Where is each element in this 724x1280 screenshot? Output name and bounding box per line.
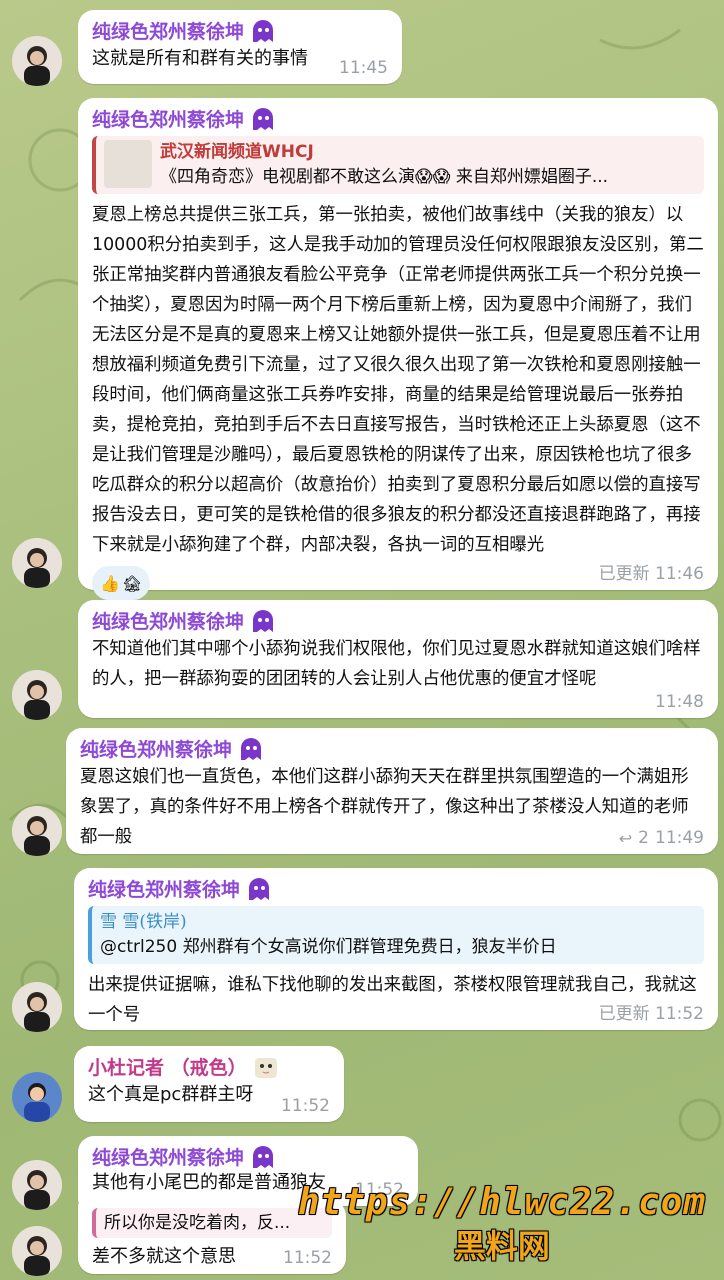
cat-emoji-icon	[254, 1058, 277, 1078]
sender-name[interactable]: 纯绿色郑州蔡徐坤	[92, 20, 388, 44]
message-bubble[interactable]: 纯绿色郑州蔡徐坤 不知道他们其中哪个小舔狗说我们权限他，你们见过夏恩水群就知道这…	[78, 600, 718, 718]
message-text: 夏恩这娘们也一直货色，本他们这群小舔狗天天在群里拱氛围塑造的一个满姐形象罢了，真…	[80, 767, 689, 847]
message-time: 11:48	[655, 692, 704, 712]
watermark-site: 黑料网	[453, 1227, 550, 1265]
ghost-emoji-icon	[253, 1146, 274, 1168]
sender-name[interactable]: 纯绿色郑州蔡徐坤	[92, 108, 704, 132]
reply-arrow-icon[interactable]: ↩	[619, 829, 632, 848]
reply-quote[interactable]: 所以你是没吃着肉，反...	[92, 1208, 332, 1238]
avatar[interactable]	[12, 806, 62, 856]
ghost-emoji-icon	[241, 738, 262, 760]
message-time: 11:45	[339, 58, 388, 78]
reply-quote[interactable]: 雪 雪(铁岸) @ctrl250 郑州群有个女高说你们群管理免费日，狼友半价日	[88, 906, 704, 964]
sender-name[interactable]: 纯绿色郑州蔡徐坤	[92, 1146, 404, 1170]
ghost-emoji-icon	[249, 878, 270, 900]
watermark: https://hlwc22.com 黑料网	[298, 1180, 706, 1266]
message-bubble[interactable]: 纯绿色郑州蔡徐坤 这就是所有和群有关的事情 11:45	[78, 10, 402, 84]
message-time: 11:52	[281, 1096, 330, 1116]
ghost-emoji-icon	[253, 20, 274, 42]
message-text: 不知道他们其中哪个小舔狗说我们权限他，你们见过夏恩水群就知道这娘们啥样的人，把一…	[92, 639, 701, 689]
ghost-emoji-icon	[253, 108, 274, 130]
ghost-emoji-icon	[253, 610, 274, 632]
reply-text: 所以你是没吃着肉，反...	[104, 1213, 291, 1233]
avatar[interactable]	[12, 1226, 62, 1276]
message-bubble[interactable]: 纯绿色郑州蔡徐坤 武汉新闻频道WHCJ 《四角奇恋》电视剧都不敢这么演😱😱 来自…	[78, 98, 718, 600]
reply-thumbnail	[104, 140, 152, 188]
message-bubble[interactable]: 纯绿色郑州蔡徐坤 夏恩这娘们也一直货色，本他们这群小舔狗天天在群里拱氛围塑造的一…	[66, 728, 718, 854]
reply-quote[interactable]: 武汉新闻频道WHCJ 《四角奇恋》电视剧都不敢这么演😱😱 来自郑州嫖娼圈子...	[92, 136, 704, 194]
avatar[interactable]	[12, 670, 62, 720]
reply-author: 武汉新闻频道WHCJ	[160, 142, 314, 162]
avatar[interactable]	[12, 538, 62, 588]
avatar[interactable]	[12, 1160, 62, 1210]
avatar[interactable]	[12, 36, 62, 86]
reply-text: 《四角奇恋》电视剧都不敢这么演😱😱 来自郑州嫖娼圈子...	[160, 167, 609, 187]
sender-name[interactable]: 纯绿色郑州蔡徐坤	[92, 610, 704, 634]
message-time: 已更新 11:46	[598, 564, 704, 584]
reply-author: 雪 雪(铁岸)	[100, 912, 187, 932]
message-bubble[interactable]: 纯绿色郑州蔡徐坤 雪 雪(铁岸) @ctrl250 郑州群有个女高说你们群管理免…	[74, 868, 718, 1030]
message-time: ↩ 2 11:49	[618, 828, 704, 848]
avatar[interactable]	[12, 1072, 62, 1122]
reaction-chip[interactable]: 👍 🏚	[92, 566, 151, 600]
message-text: 夏恩上榜总共提供三张工兵，第一张拍卖，被他们故事线中（关我的狼友）以10000积…	[92, 205, 704, 555]
sender-name[interactable]: 纯绿色郑州蔡徐坤	[80, 738, 704, 762]
replies-count: 2	[638, 828, 649, 848]
message-time: 已更新 11:52	[598, 1004, 704, 1024]
message-bubble[interactable]: 小杜记者 （戒色） 这个真是pc群群主呀 11:52	[74, 1046, 344, 1122]
sender-name[interactable]: 小杜记者 （戒色）	[88, 1056, 330, 1080]
reply-text: @ctrl250 郑州群有个女高说你们群管理免费日，狼友半价日	[100, 937, 557, 957]
sender-name[interactable]: 纯绿色郑州蔡徐坤	[88, 878, 704, 902]
watermark-url: https://hlwc22.com	[297, 1182, 706, 1223]
avatar[interactable]	[12, 982, 62, 1032]
